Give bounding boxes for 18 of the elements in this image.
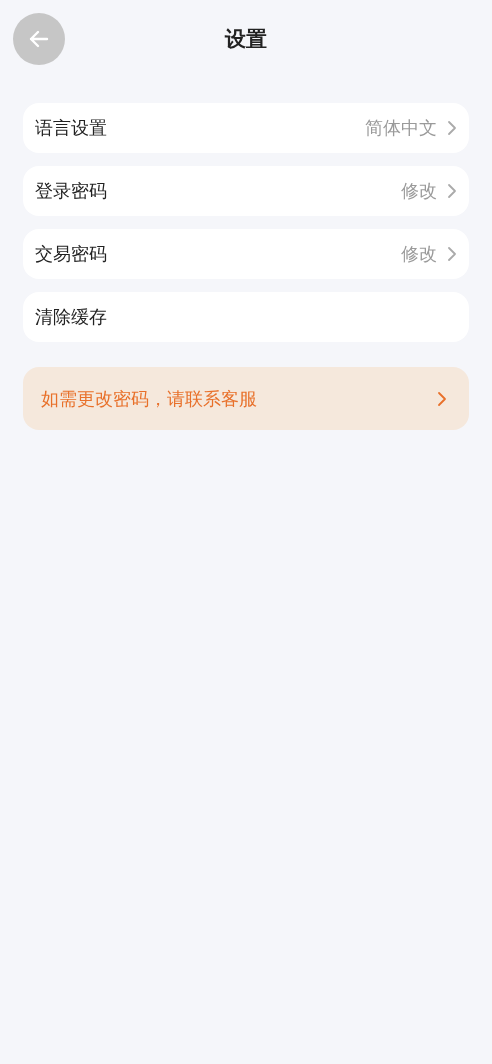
- row-value: 简体中文: [365, 116, 437, 140]
- row-label: 登录密码: [35, 179, 108, 203]
- row-label: 清除缓存: [35, 305, 108, 329]
- settings-row[interactable]: 交易密码 修改: [23, 229, 469, 279]
- settings-row[interactable]: 清除缓存: [23, 292, 469, 342]
- settings-row[interactable]: 登录密码 修改: [23, 166, 469, 216]
- row-label: 语言设置: [35, 116, 108, 140]
- notice-text: 如需更改密码，请联系客服: [41, 386, 258, 411]
- row-label: 交易密码: [35, 242, 108, 266]
- row-value: 修改: [401, 179, 437, 203]
- chevron-right-icon: [447, 183, 457, 199]
- chevron-right-icon: [437, 390, 447, 407]
- chevron-right-icon: [447, 246, 457, 262]
- settings-row[interactable]: 语言设置 简体中文: [23, 103, 469, 153]
- back-button[interactable]: [13, 13, 65, 65]
- page-title: 设置: [225, 26, 267, 53]
- chevron-right-icon: [447, 120, 457, 136]
- row-value: 修改: [401, 242, 437, 266]
